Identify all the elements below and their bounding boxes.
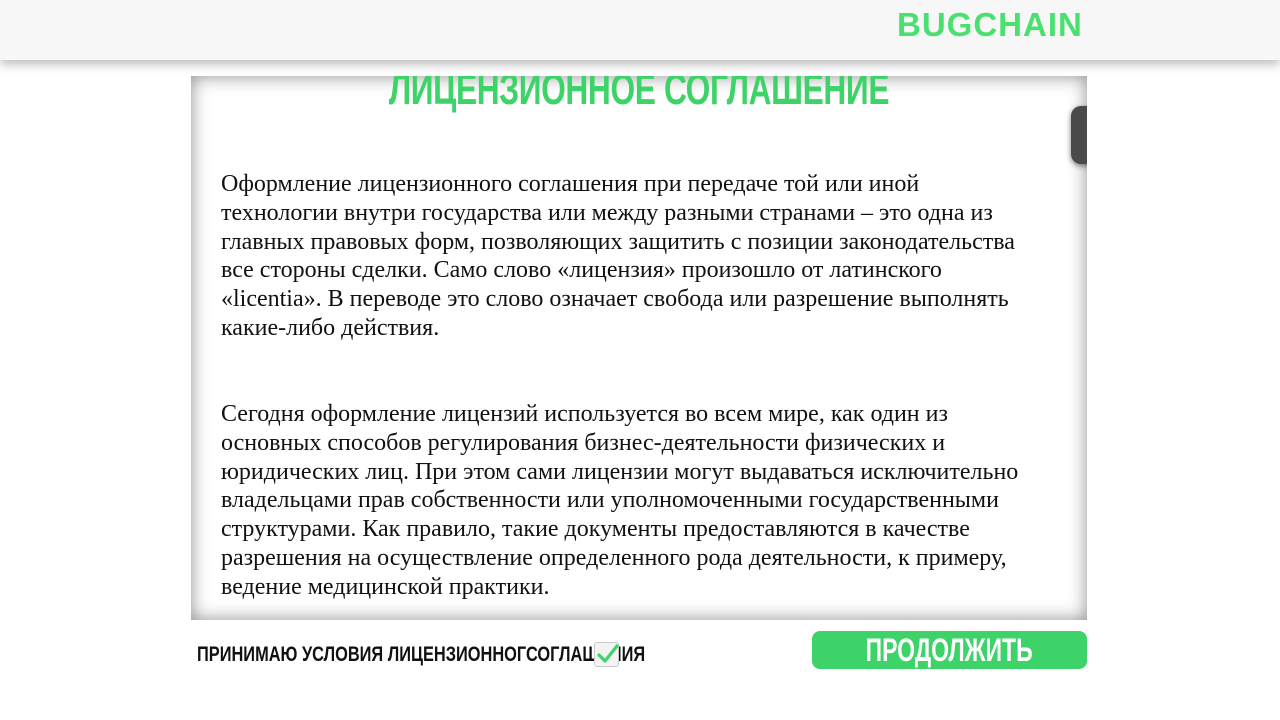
license-document-panel[interactable]: ЛИЦЕНЗИОННОЕ СОГЛАШЕНИЕ Оформление лицен… — [191, 76, 1087, 620]
accept-terms-label[interactable]: ПРИНИМАЮ УСЛОВИЯ ЛИЦЕНЗИОННОГСОГЛАШЕНИЯ — [197, 641, 645, 669]
accept-terms-checkbox[interactable] — [594, 642, 619, 667]
scroll-handle[interactable] — [1071, 106, 1087, 164]
license-paragraph-1: Оформление лицензионного соглашения при … — [221, 171, 1015, 341]
license-document-scroll-area[interactable]: ЛИЦЕНЗИОННОЕ СОГЛАШЕНИЕ Оформление лицен… — [191, 76, 1087, 620]
continue-button-label: ПРОДОЛЖИТЬ — [865, 632, 1034, 668]
license-paragraph-2: Сегодня оформление лицензий используется… — [221, 401, 1019, 600]
bugchain-logo: BUGCHAIN — [897, 6, 1083, 43]
top-bar: BUGCHAIN — [0, 0, 1280, 60]
checkmark-icon — [597, 644, 619, 663]
continue-button[interactable]: ПРОДОЛЖИТЬ — [812, 631, 1087, 669]
license-title: ЛИЦЕНЗИОННОЕ СОГЛАШЕНИЕ — [388, 76, 890, 114]
